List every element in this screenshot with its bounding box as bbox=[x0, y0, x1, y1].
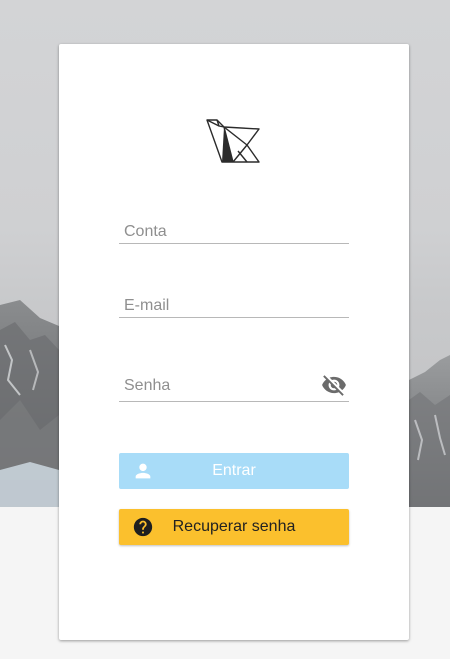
conta-field bbox=[119, 221, 349, 244]
person-icon bbox=[135, 463, 151, 479]
email-input[interactable] bbox=[119, 295, 349, 317]
login-card: Entrar Recuperar senha bbox=[59, 44, 409, 640]
recuperar-label: Recuperar senha bbox=[172, 518, 296, 535]
origami-bird-logo bbox=[206, 119, 260, 163]
email-field bbox=[119, 295, 349, 318]
senha-input[interactable] bbox=[119, 371, 349, 401]
recuperar-senha-button[interactable]: Recuperar senha bbox=[119, 509, 349, 545]
entrar-label: Entrar bbox=[212, 462, 256, 479]
entrar-button[interactable]: Entrar bbox=[119, 453, 349, 489]
eye-off-icon[interactable] bbox=[321, 372, 347, 398]
help-circle-icon bbox=[133, 517, 153, 537]
conta-input[interactable] bbox=[119, 221, 349, 243]
senha-field bbox=[119, 371, 349, 402]
